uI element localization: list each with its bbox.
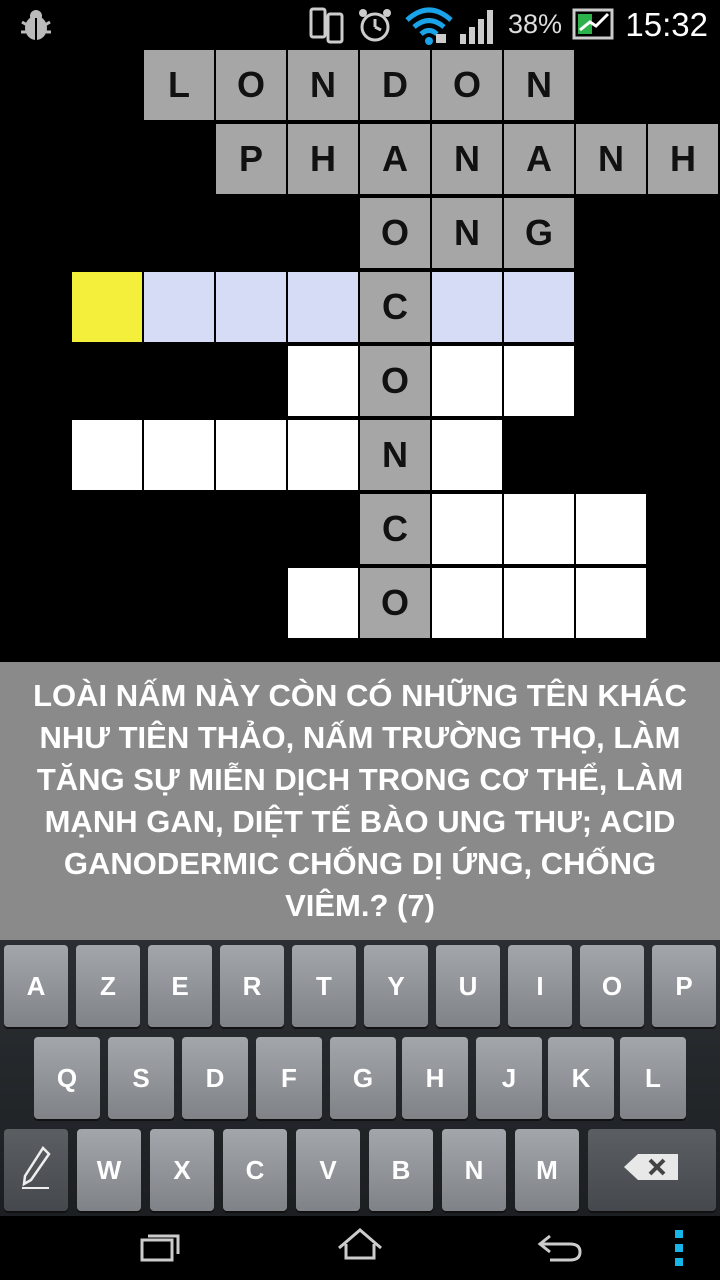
grid-cell[interactable]: G: [504, 198, 574, 268]
grid-cell[interactable]: N: [288, 50, 358, 120]
grid-cell[interactable]: [432, 494, 502, 564]
battery-percent: 38%: [508, 9, 563, 39]
key-m[interactable]: M: [515, 1129, 579, 1211]
grid-cell[interactable]: N: [576, 124, 646, 194]
phone-sync-icon: [308, 6, 346, 49]
grid-cell-highlighted[interactable]: [504, 272, 574, 342]
grid-cell-selected[interactable]: [72, 272, 142, 342]
key-j[interactable]: J: [476, 1037, 542, 1119]
grid-cell[interactable]: N: [504, 50, 574, 120]
key-b[interactable]: B: [369, 1129, 433, 1211]
grid-cell[interactable]: [504, 346, 574, 416]
key-t[interactable]: T: [292, 945, 356, 1027]
grid-cell[interactable]: P: [216, 124, 286, 194]
key-f[interactable]: F: [256, 1037, 322, 1119]
alarm-clock-icon: [356, 6, 394, 49]
key-y[interactable]: Y: [364, 945, 428, 1027]
key-n[interactable]: N: [442, 1129, 506, 1211]
clock-time: 15:32: [625, 6, 708, 43]
grid-cell[interactable]: H: [648, 124, 718, 194]
grid-cell[interactable]: N: [432, 198, 502, 268]
grid-cell[interactable]: [504, 494, 574, 564]
key-d[interactable]: D: [182, 1037, 248, 1119]
grid-cell[interactable]: N: [360, 420, 430, 490]
key-e[interactable]: E: [148, 945, 212, 1027]
grid-cell[interactable]: A: [360, 124, 430, 194]
signal-icon: [458, 6, 498, 51]
grid-cell[interactable]: [216, 420, 286, 490]
key-l[interactable]: L: [620, 1037, 686, 1119]
grid-cell[interactable]: [576, 494, 646, 564]
debug-bug-icon: [18, 8, 54, 47]
key-a[interactable]: A: [4, 945, 68, 1027]
grid-cell[interactable]: A: [504, 124, 574, 194]
key-g[interactable]: G: [330, 1037, 396, 1119]
key-z[interactable]: Z: [76, 945, 140, 1027]
grid-cell[interactable]: [576, 568, 646, 638]
grid-cell[interactable]: [504, 568, 574, 638]
key-h[interactable]: H: [402, 1037, 468, 1119]
key-r[interactable]: R: [220, 945, 284, 1027]
key-o[interactable]: O: [580, 945, 644, 1027]
navigation-bar: [0, 1216, 720, 1280]
grid-cell[interactable]: C: [360, 494, 430, 564]
key-s[interactable]: S: [108, 1037, 174, 1119]
menu-icon[interactable]: [672, 1228, 686, 1273]
grid-cell-highlighted[interactable]: [216, 272, 286, 342]
key-p[interactable]: P: [652, 945, 716, 1027]
grid-cell[interactable]: [288, 420, 358, 490]
battery-icon: [572, 6, 616, 47]
grid-cell[interactable]: [432, 346, 502, 416]
home-icon[interactable]: [336, 1226, 384, 1271]
grid-cell[interactable]: D: [360, 50, 430, 120]
grid-cell[interactable]: [144, 420, 214, 490]
key-k[interactable]: K: [548, 1037, 614, 1119]
key-x[interactable]: X: [150, 1129, 214, 1211]
key-w[interactable]: W: [77, 1129, 141, 1211]
backspace-key[interactable]: [588, 1129, 716, 1211]
grid-cell[interactable]: [432, 568, 502, 638]
grid-cell-highlighted[interactable]: [432, 272, 502, 342]
key-i[interactable]: I: [508, 945, 572, 1027]
grid-cell[interactable]: L: [144, 50, 214, 120]
grid-cell[interactable]: O: [432, 50, 502, 120]
grid-cell[interactable]: O: [216, 50, 286, 120]
grid-cell-highlighted[interactable]: [288, 272, 358, 342]
grid-cell[interactable]: O: [360, 346, 430, 416]
clue-panel: LOÀI NẤM NÀY CÒN CÓ NHỮNG TÊN KHÁC NHƯ T…: [0, 662, 720, 940]
grid-cell[interactable]: [288, 346, 358, 416]
status-bar: 38% 15:32: [0, 0, 720, 50]
grid-cell[interactable]: N: [432, 124, 502, 194]
backspace-icon: [622, 1152, 682, 1189]
grid-cell[interactable]: [288, 568, 358, 638]
pencil-key[interactable]: [4, 1129, 68, 1211]
key-c[interactable]: C: [223, 1129, 287, 1211]
grid-cell[interactable]: C: [360, 272, 430, 342]
keyboard: A Z E R T Y U I O P Q S D F G H J K L W …: [0, 940, 720, 1216]
pencil-icon: [19, 1144, 53, 1197]
key-u[interactable]: U: [436, 945, 500, 1027]
crossword-grid: L O N D O N P H A N A N H O N G C O N C …: [0, 50, 720, 660]
grid-cell-highlighted[interactable]: [144, 272, 214, 342]
grid-cell[interactable]: H: [288, 124, 358, 194]
grid-cell[interactable]: [72, 420, 142, 490]
key-v[interactable]: V: [296, 1129, 360, 1211]
wifi-icon: [404, 6, 454, 51]
grid-cell[interactable]: [432, 420, 502, 490]
grid-cell[interactable]: O: [360, 568, 430, 638]
clue-text: LOÀI NẤM NÀY CÒN CÓ NHỮNG TÊN KHÁC NHƯ T…: [33, 678, 687, 923]
back-icon[interactable]: [536, 1226, 584, 1271]
grid-cell[interactable]: O: [360, 198, 430, 268]
key-q[interactable]: Q: [34, 1037, 100, 1119]
recent-apps-icon[interactable]: [138, 1226, 182, 1271]
